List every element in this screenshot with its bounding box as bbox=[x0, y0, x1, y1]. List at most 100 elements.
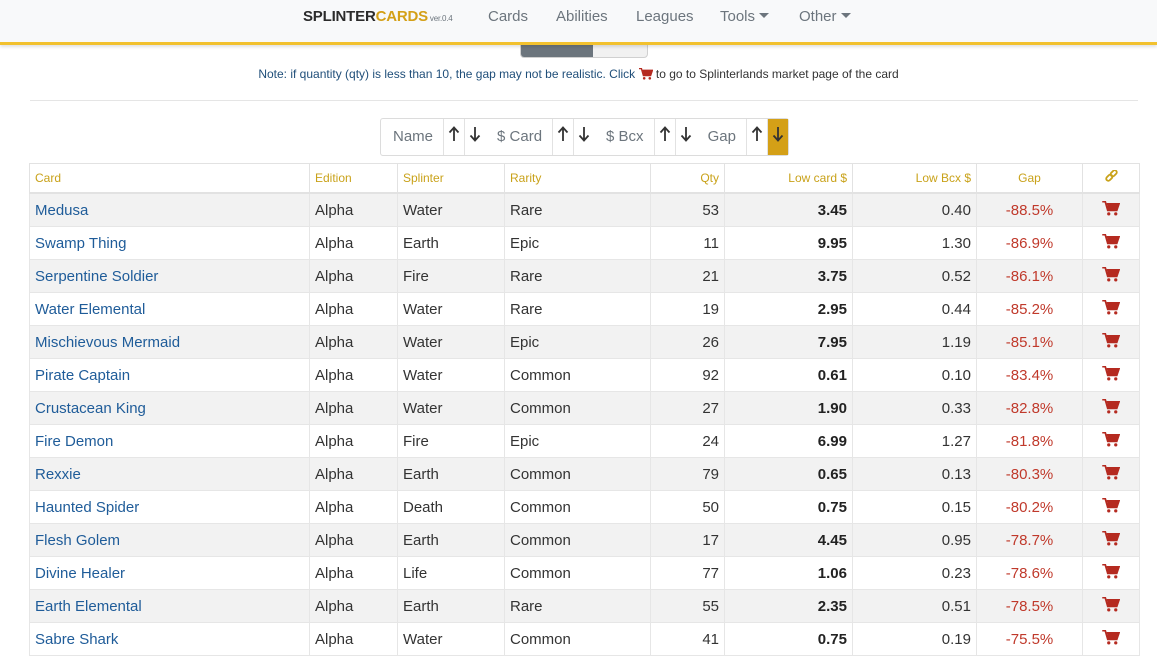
arrow-down-icon bbox=[680, 126, 692, 147]
cell-edition: Alpha bbox=[309, 523, 398, 557]
sort-bcx-asc-button[interactable] bbox=[653, 119, 675, 155]
nav-cards[interactable]: Cards bbox=[488, 8, 528, 25]
table-body: Medusa Alpha Water Rare 53 3.45 0.40 -88… bbox=[29, 192, 1140, 656]
card-name-link[interactable]: Haunted Spider bbox=[29, 490, 310, 524]
market-link-cell[interactable] bbox=[1082, 325, 1140, 359]
sort-name-asc-button[interactable] bbox=[443, 119, 464, 155]
shopping-cart-icon[interactable] bbox=[1102, 629, 1121, 649]
card-name-link[interactable]: Medusa bbox=[29, 192, 310, 227]
cell-rarity: Rare bbox=[504, 192, 651, 227]
market-link-cell[interactable] bbox=[1082, 358, 1140, 392]
cell-qty: 92 bbox=[650, 358, 725, 392]
cell-low-card: 1.06 bbox=[724, 556, 853, 590]
shopping-cart-icon[interactable] bbox=[1102, 563, 1121, 583]
cell-low-bcx: 0.40 bbox=[852, 192, 977, 227]
col-header-edition[interactable]: Edition bbox=[309, 163, 398, 194]
col-header-qty[interactable]: Qty bbox=[650, 163, 725, 194]
card-name-link[interactable]: Rexxie bbox=[29, 457, 310, 491]
market-link-cell[interactable] bbox=[1082, 424, 1140, 458]
shopping-cart-icon[interactable] bbox=[1102, 365, 1121, 385]
market-link-cell[interactable] bbox=[1082, 589, 1140, 623]
market-link-cell[interactable] bbox=[1082, 556, 1140, 590]
shopping-cart-icon[interactable] bbox=[1102, 299, 1121, 319]
shopping-cart-icon[interactable] bbox=[1102, 530, 1121, 550]
sort-card-desc-button[interactable] bbox=[573, 119, 594, 155]
col-header-splinter[interactable]: Splinter bbox=[397, 163, 505, 194]
cell-edition: Alpha bbox=[309, 424, 398, 458]
market-link-cell[interactable] bbox=[1082, 226, 1140, 260]
card-name-link[interactable]: Earth Elemental bbox=[29, 589, 310, 623]
cell-gap: -78.6% bbox=[976, 556, 1083, 590]
card-name-link[interactable]: Sabre Shark bbox=[29, 622, 310, 656]
shopping-cart-icon[interactable] bbox=[1102, 464, 1121, 484]
cell-edition: Alpha bbox=[309, 358, 398, 392]
shopping-cart-icon[interactable] bbox=[1102, 398, 1121, 418]
market-link-cell[interactable] bbox=[1082, 622, 1140, 656]
cell-low-card: 7.95 bbox=[724, 325, 853, 359]
card-name-link[interactable]: Fire Demon bbox=[29, 424, 310, 458]
cell-gap: -83.4% bbox=[976, 358, 1083, 392]
nav-other-dropdown[interactable]: Other bbox=[799, 8, 851, 25]
sort-bcx-desc-button[interactable] bbox=[674, 119, 696, 155]
col-header-low-bcx[interactable]: Low Bcx $ bbox=[852, 163, 977, 194]
market-link-cell[interactable] bbox=[1082, 391, 1140, 425]
shopping-cart-icon[interactable] bbox=[1102, 266, 1121, 286]
col-header-link bbox=[1082, 163, 1140, 194]
cell-edition: Alpha bbox=[309, 457, 398, 491]
market-link-cell[interactable] bbox=[1082, 292, 1140, 326]
cell-edition: Alpha bbox=[309, 259, 398, 293]
cell-rarity: Epic bbox=[504, 226, 651, 260]
cell-gap: -86.1% bbox=[976, 259, 1083, 293]
col-header-gap[interactable]: Gap bbox=[976, 163, 1083, 194]
nav-tools-dropdown[interactable]: Tools bbox=[720, 8, 770, 25]
arrow-down-icon bbox=[578, 126, 590, 147]
card-name-link[interactable]: Mischievous Mermaid bbox=[29, 325, 310, 359]
card-name-link[interactable]: Pirate Captain bbox=[29, 358, 310, 392]
market-link-cell[interactable] bbox=[1082, 490, 1140, 524]
sort-gap-asc-button[interactable] bbox=[745, 119, 767, 155]
cell-rarity: Epic bbox=[504, 325, 651, 359]
col-header-low-card[interactable]: Low card $ bbox=[724, 163, 853, 194]
table-row: Sabre Shark Alpha Water Common 41 0.75 0… bbox=[29, 622, 1140, 656]
sort-card-asc-button[interactable] bbox=[552, 119, 573, 155]
cell-low-bcx: 0.95 bbox=[852, 523, 977, 557]
cell-edition: Alpha bbox=[309, 292, 398, 326]
card-name-link[interactable]: Water Elemental bbox=[29, 292, 310, 326]
sort-name-desc-button[interactable] bbox=[464, 119, 485, 155]
card-name-link[interactable]: Divine Healer bbox=[29, 556, 310, 590]
cell-qty: 27 bbox=[650, 391, 725, 425]
cell-splinter: Death bbox=[397, 490, 505, 524]
card-name-link[interactable]: Serpentine Soldier bbox=[29, 259, 310, 293]
col-header-rarity[interactable]: Rarity bbox=[504, 163, 651, 194]
brand-logo[interactable]: SPLINTERCARDS ver.0.4 bbox=[303, 8, 453, 25]
cell-splinter: Earth bbox=[397, 589, 505, 623]
shopping-cart-icon[interactable] bbox=[1102, 233, 1121, 253]
card-name-link[interactable]: Flesh Golem bbox=[29, 523, 310, 557]
market-link-cell[interactable] bbox=[1082, 259, 1140, 293]
cell-splinter: Earth bbox=[397, 457, 505, 491]
cell-splinter: Life bbox=[397, 556, 505, 590]
nav-abilities[interactable]: Abilities bbox=[556, 8, 608, 25]
shopping-cart-icon[interactable] bbox=[1102, 200, 1121, 220]
table-header-row: Card Edition Splinter Rarity Qty Low car… bbox=[29, 163, 1140, 194]
table-row: Medusa Alpha Water Rare 53 3.45 0.40 -88… bbox=[29, 192, 1140, 227]
col-header-card[interactable]: Card bbox=[29, 163, 310, 194]
sort-bcx-label: $ Bcx bbox=[606, 128, 644, 145]
cell-low-card: 0.75 bbox=[724, 490, 853, 524]
shopping-cart-icon[interactable] bbox=[1102, 431, 1121, 451]
cell-gap: -86.9% bbox=[976, 226, 1083, 260]
cell-low-bcx: 0.44 bbox=[852, 292, 977, 326]
card-name-link[interactable]: Crustacean King bbox=[29, 391, 310, 425]
sort-gap-desc-button[interactable] bbox=[766, 119, 788, 155]
market-link-cell[interactable] bbox=[1082, 457, 1140, 491]
cell-qty: 53 bbox=[650, 192, 725, 227]
shopping-cart-icon[interactable] bbox=[1102, 497, 1121, 517]
shopping-cart-icon[interactable] bbox=[1102, 332, 1121, 352]
nav-leagues[interactable]: Leagues bbox=[636, 8, 694, 25]
cell-gap: -78.7% bbox=[976, 523, 1083, 557]
arrow-down-icon bbox=[469, 126, 481, 147]
market-link-cell[interactable] bbox=[1082, 192, 1140, 227]
card-name-link[interactable]: Swamp Thing bbox=[29, 226, 310, 260]
market-link-cell[interactable] bbox=[1082, 523, 1140, 557]
shopping-cart-icon[interactable] bbox=[1102, 596, 1121, 616]
